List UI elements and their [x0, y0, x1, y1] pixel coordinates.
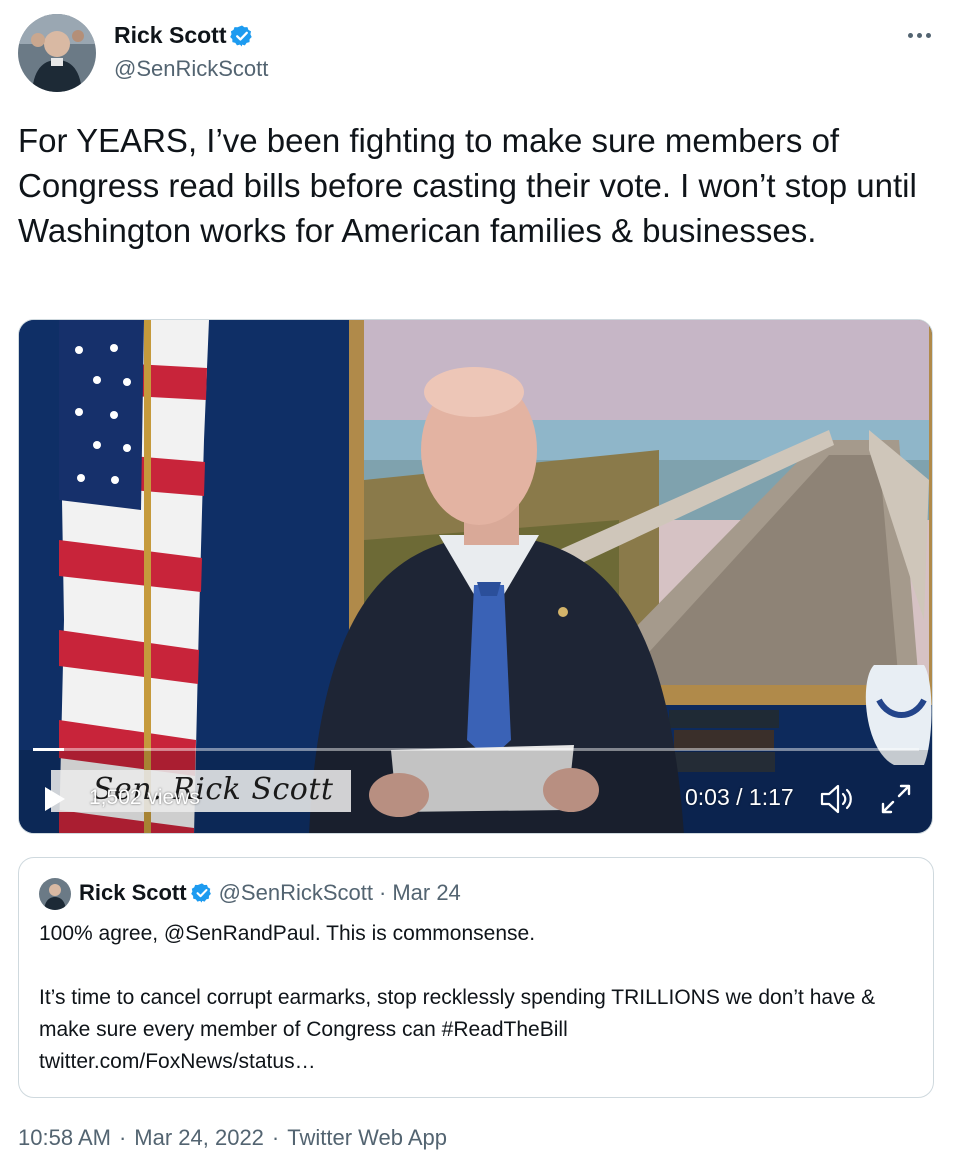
verified-badge-icon — [190, 883, 211, 903]
video-player[interactable]: Sen. Rick Scott 1,502 views 0:03 / 1:17 — [18, 319, 933, 834]
avatar[interactable] — [18, 14, 96, 92]
tweet: Rick Scott @SenRickScott For YEARS, I’ve… — [0, 0, 956, 1170]
tweet-source[interactable]: Twitter Web App — [287, 1125, 447, 1151]
profile-photo-icon — [39, 878, 71, 910]
quoted-separator: · — [378, 880, 387, 905]
tweet-text: For YEARS, I’ve been fighting to make su… — [18, 122, 917, 249]
more-dot-icon — [925, 32, 931, 38]
view-count: 1,502 views — [89, 786, 200, 809]
tweet-date[interactable]: Mar 24, 2022 — [134, 1125, 264, 1151]
video-frame — [19, 320, 932, 833]
author-display-name[interactable]: Rick Scott — [114, 22, 226, 49]
quoted-date[interactable]: Mar 24 — [392, 880, 460, 906]
quoted-handle[interactable]: @SenRickScott — [219, 880, 373, 906]
quoted-header: Rick Scott @SenRickScott · Mar 24 — [79, 880, 461, 906]
more-options-button[interactable] — [904, 22, 934, 48]
video-progress-bar[interactable] — [33, 748, 919, 751]
meta-separator: · — [118, 1125, 127, 1150]
meta-separator: · — [271, 1125, 280, 1150]
fullscreen-icon[interactable] — [879, 782, 913, 816]
tweet-metadata: 10:58 AM · Mar 24, 2022 · Twitter Web Ap… — [18, 1125, 447, 1151]
more-dot-icon — [916, 32, 922, 38]
video-progress-fill — [33, 748, 64, 751]
play-icon[interactable] — [43, 786, 67, 812]
video-time: 0:03 / 1:17 — [685, 784, 794, 810]
profile-photo-icon — [18, 14, 96, 92]
quoted-text: 100% agree, @SenRandPaul. This is common… — [39, 918, 919, 1078]
author-handle[interactable]: @SenRickScott — [114, 56, 268, 82]
quoted-avatar[interactable] — [39, 878, 71, 910]
quoted-display-name[interactable]: Rick Scott — [79, 880, 187, 906]
quoted-tweet[interactable]: Rick Scott @SenRickScott · Mar 24 100% a… — [18, 857, 934, 1098]
author-name-row[interactable]: Rick Scott — [114, 22, 254, 49]
volume-icon[interactable] — [819, 783, 855, 815]
quoted-link[interactable]: twitter.com/FoxNews/status… — [39, 1046, 919, 1078]
tweet-time[interactable]: 10:58 AM — [18, 1125, 111, 1151]
quoted-text-line: 100% agree, @SenRandPaul. This is common… — [39, 922, 536, 945]
verified-badge-icon — [230, 25, 253, 46]
more-dot-icon — [907, 32, 913, 38]
quoted-text-line: It’s time to cancel corrupt earmarks, st… — [39, 986, 876, 1041]
